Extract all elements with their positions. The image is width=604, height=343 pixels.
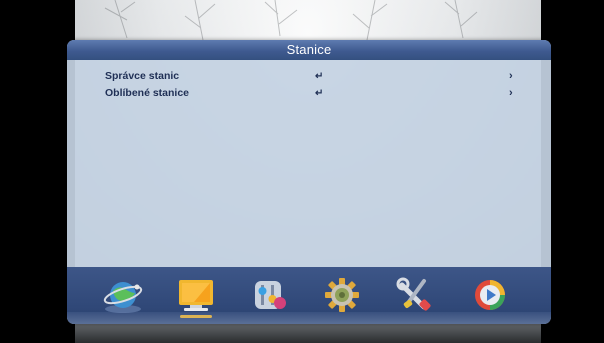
menu-item-favorite-stations[interactable]: Oblíbené stanice ↵ ›: [67, 85, 551, 102]
gear-icon[interactable]: [320, 274, 364, 316]
stations-menu-panel: Stanice Správce stanic ↵ › Oblíbené stan…: [67, 40, 551, 324]
menu-list: Správce stanic ↵ › Oblíbené stanice ↵ ›: [67, 68, 551, 102]
tree-branches-decoration: [104, 0, 478, 41]
media-play-icon[interactable]: [468, 274, 512, 316]
enter-icon: ↵: [315, 88, 324, 99]
tools-icon[interactable]: [394, 274, 438, 316]
background-bottom-strip: [75, 321, 541, 343]
menu-item-label: Správce stanic: [105, 70, 180, 82]
window-title: Stanice: [67, 40, 551, 60]
settings-toggles-icon[interactable]: [247, 274, 291, 316]
tv-monitor-icon[interactable]: [174, 274, 218, 318]
menu-item-label: Oblíbené stanice: [105, 87, 190, 99]
chevron-right-icon: ›: [509, 70, 513, 82]
menu-item-station-manager[interactable]: Správce stanic ↵ ›: [67, 68, 551, 85]
globe-satellite-icon[interactable]: [101, 274, 145, 316]
main-menu-icon-bar: [67, 267, 551, 324]
chevron-right-icon: ›: [509, 87, 513, 99]
enter-icon: ↵: [315, 71, 324, 82]
